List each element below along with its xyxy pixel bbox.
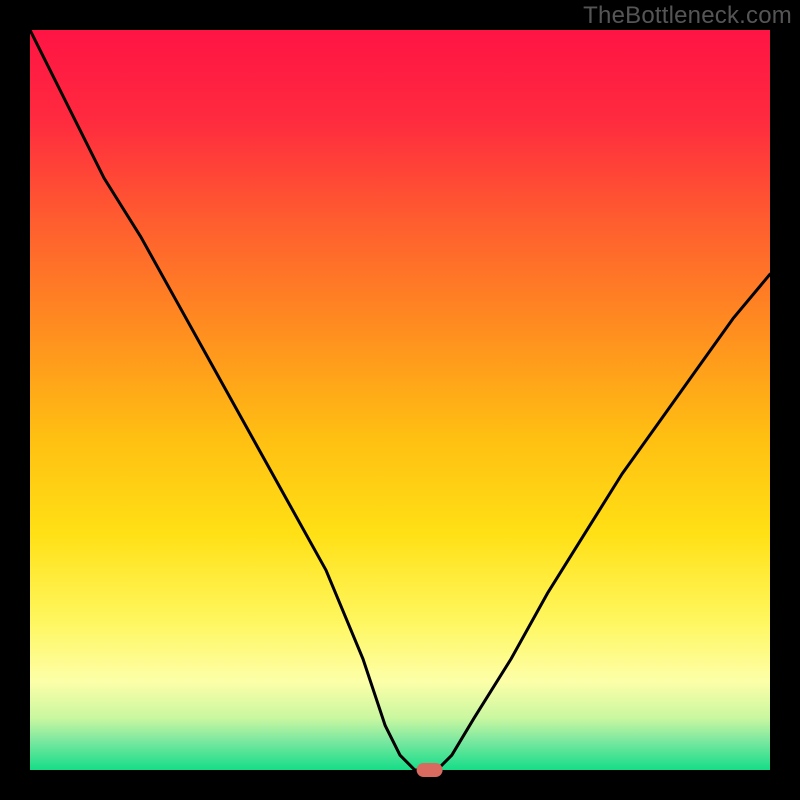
plot-background [30, 30, 770, 770]
chart-container: TheBottleneck.com [0, 0, 800, 800]
bottleneck-chart [0, 0, 800, 800]
optimal-marker [417, 763, 443, 777]
watermark-label: TheBottleneck.com [583, 2, 792, 30]
